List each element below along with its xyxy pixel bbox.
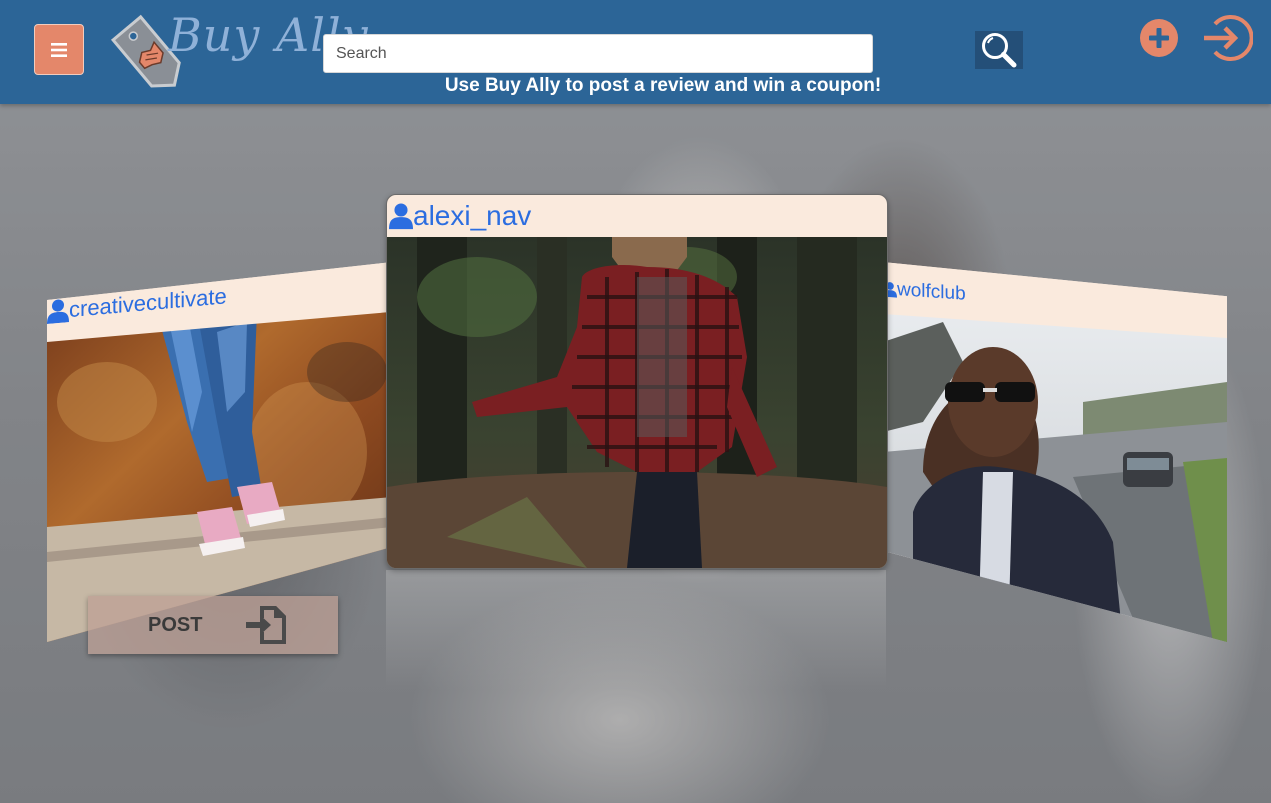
add-review-button[interactable]: [1139, 18, 1179, 58]
post-review-button[interactable]: POST: [88, 596, 338, 654]
file-import-icon: [246, 606, 287, 644]
post-label: POST: [148, 613, 203, 636]
buy-ally-logo[interactable]: Buy Ally: [110, 6, 368, 96]
card-username[interactable]: alexi_nav: [413, 200, 531, 232]
plus-circle-icon: [1140, 19, 1178, 57]
menu-button[interactable]: [34, 24, 84, 75]
card-header: alexi_nav: [387, 195, 887, 237]
carousel-reflection: [386, 570, 886, 690]
review-card-center[interactable]: alexi_nav: [386, 194, 888, 569]
top-header: Buy Ally Use Buy Ally to post a review a…: [0, 0, 1271, 104]
search-button[interactable]: [975, 31, 1023, 69]
search-input[interactable]: [323, 34, 873, 73]
hamburger-menu-icon: [51, 42, 67, 57]
login-button[interactable]: [1201, 12, 1254, 64]
review-photo[interactable]: [387, 237, 887, 568]
promo-banner: Use Buy Ally to post a review and win a …: [444, 75, 882, 96]
card-username[interactable]: wolfclub: [897, 279, 966, 306]
user-icon: [47, 299, 69, 324]
sign-in-icon: [1204, 15, 1254, 61]
user-icon: [389, 203, 413, 230]
magnifier-icon: [982, 33, 1017, 68]
